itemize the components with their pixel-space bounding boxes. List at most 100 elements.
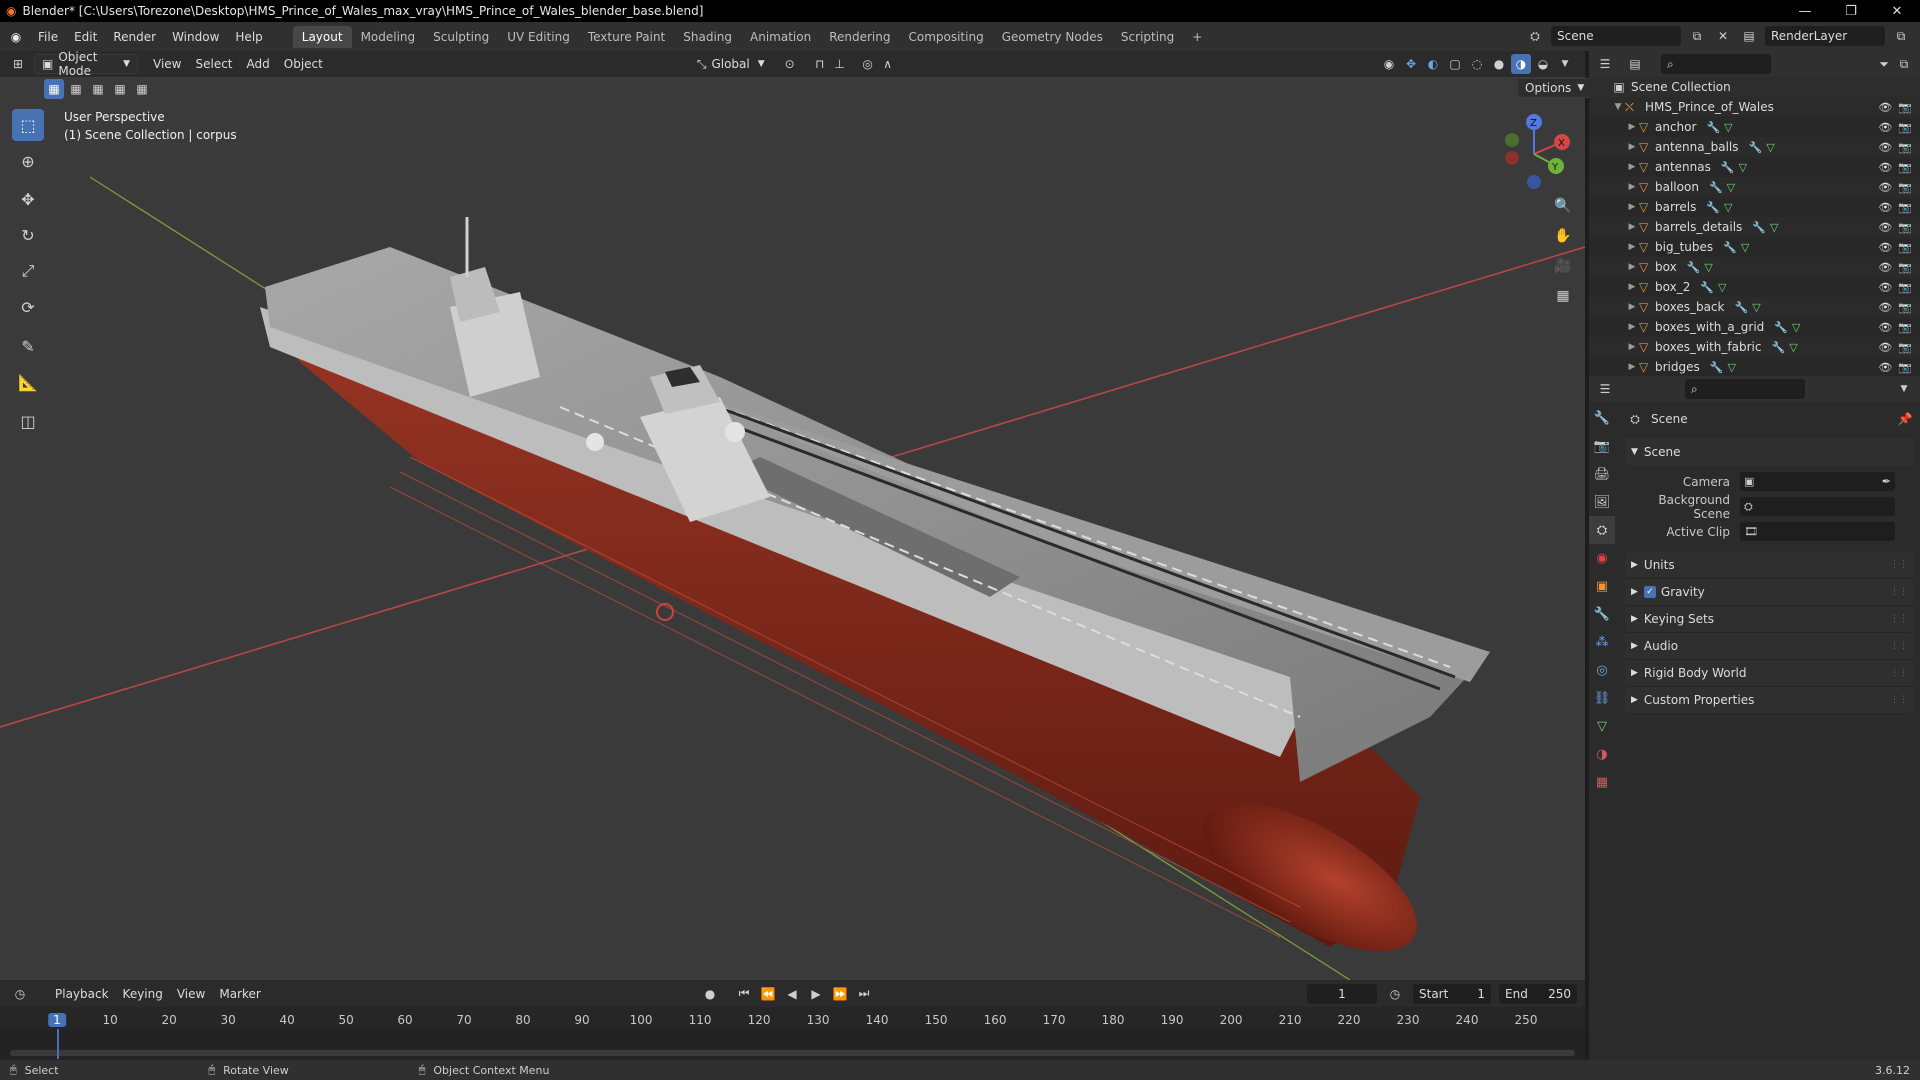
- subpanel-gravity[interactable]: ▶ ✓ Gravity ⋮⋮: [1625, 579, 1914, 606]
- collapse-arrow-icon[interactable]: ▼: [1611, 102, 1625, 112]
- camera-icon[interactable]: 📷: [1898, 101, 1912, 114]
- transform-orientation-selector[interactable]: ⤡ Global ▼: [690, 54, 772, 74]
- mesh-data-icon[interactable]: ▽: [1724, 201, 1732, 214]
- play-reverse-icon[interactable]: ◀: [782, 984, 802, 1004]
- scene-panel-header[interactable]: ▼ Scene: [1625, 438, 1914, 465]
- select-subtract-icon[interactable]: ▦: [88, 79, 108, 99]
- modifier-icon[interactable]: 🔧: [1709, 181, 1723, 194]
- object-tab-icon[interactable]: ▣: [1589, 572, 1615, 600]
- scene-icon[interactable]: ⛭: [1525, 26, 1545, 46]
- eye-icon[interactable]: 👁: [1878, 181, 1892, 194]
- xray-icon[interactable]: ▢: [1445, 54, 1465, 74]
- pan-hand-icon[interactable]: ✋: [1550, 223, 1576, 249]
- outliner-item-box[interactable]: ▶ ▽ box 🔧 ▽ 👁 📷: [1589, 257, 1920, 277]
- delete-scene-icon[interactable]: ✕: [1713, 26, 1733, 46]
- outliner-item-box-2[interactable]: ▶ ▽ box_2 🔧 ▽ 👁 📷: [1589, 277, 1920, 297]
- camera-icon[interactable]: 📷: [1898, 241, 1912, 254]
- view-layer-icon[interactable]: ▤: [1739, 26, 1759, 46]
- drag-handle-icon[interactable]: ⋮⋮: [1890, 695, 1908, 705]
- eyedropper-icon[interactable]: ✒: [1882, 475, 1891, 488]
- menu-help[interactable]: Help: [227, 22, 270, 51]
- data-tab-icon[interactable]: ▽: [1589, 712, 1615, 740]
- prop-field[interactable]: ▣ ✒: [1740, 472, 1895, 491]
- timeline-body[interactable]: 1 10 20 30 40 50 60 70 80 90 100 110 120 130 140 150 160…: [0, 1007, 1585, 1060]
- menu-select[interactable]: Select: [188, 54, 239, 74]
- modifier-icon[interactable]: 🔧: [1721, 161, 1735, 174]
- drag-handle-icon[interactable]: ⋮⋮: [1890, 560, 1908, 570]
- mesh-data-icon[interactable]: ▽: [1766, 141, 1774, 154]
- eye-icon[interactable]: 👁: [1878, 241, 1892, 254]
- mesh-data-icon[interactable]: ▽: [1727, 361, 1735, 374]
- camera-icon[interactable]: 📷: [1898, 181, 1912, 194]
- world-tab-icon[interactable]: ◉: [1589, 544, 1615, 572]
- next-keyframe-icon[interactable]: ⏩: [830, 984, 850, 1004]
- wireframe-shading-icon[interactable]: ◌: [1467, 54, 1487, 74]
- eye-icon[interactable]: 👁: [1878, 301, 1892, 314]
- prev-keyframe-icon[interactable]: ⏪: [758, 984, 778, 1004]
- gizmo-toggle-icon[interactable]: ✥: [1401, 54, 1421, 74]
- cursor-icon[interactable]: ⊕: [12, 145, 44, 177]
- eye-icon[interactable]: 👁: [1878, 141, 1892, 154]
- clock-icon[interactable]: ◷: [1385, 984, 1405, 1004]
- mesh-data-icon[interactable]: ▽: [1792, 321, 1800, 334]
- subpanel-audio[interactable]: ▶ Audio ⋮⋮: [1625, 633, 1914, 660]
- close-button[interactable]: ✕: [1874, 0, 1920, 22]
- modifier-icon[interactable]: 🔧: [1706, 121, 1720, 134]
- render-tab-icon[interactable]: 📷: [1589, 432, 1615, 460]
- tab-rendering[interactable]: Rendering: [820, 26, 899, 48]
- outliner-item-anchor[interactable]: ▶ ▽ anchor 🔧 ▽ 👁 📷: [1589, 117, 1920, 137]
- expand-arrow-icon[interactable]: ▶: [1625, 342, 1639, 352]
- menu-file[interactable]: File: [30, 22, 66, 51]
- modifier-icon[interactable]: 🔧: [1752, 221, 1766, 234]
- mesh-data-icon[interactable]: ▽: [1718, 281, 1726, 294]
- output-tab-icon[interactable]: 🖨: [1589, 460, 1615, 488]
- camera-icon[interactable]: 📷: [1898, 201, 1912, 214]
- menu-add[interactable]: Add: [240, 54, 277, 74]
- move-icon[interactable]: ✥: [12, 183, 44, 215]
- overlay-toggle-icon[interactable]: ◐: [1423, 54, 1443, 74]
- menu-timeline-view[interactable]: View: [170, 984, 212, 1004]
- eye-icon[interactable]: 👁: [1878, 261, 1892, 274]
- camera-icon[interactable]: 📷: [1898, 221, 1912, 234]
- modifier-icon[interactable]: 🔧: [1687, 261, 1701, 274]
- menu-render[interactable]: Render: [105, 22, 164, 51]
- mesh-data-icon[interactable]: ▽: [1727, 181, 1735, 194]
- playhead-line[interactable]: [57, 1029, 59, 1059]
- outliner-item-barrels[interactable]: ▶ ▽ barrels 🔧 ▽ 👁 📷: [1589, 197, 1920, 217]
- constraints-tab-icon[interactable]: ⛓: [1589, 684, 1615, 712]
- zoom-icon[interactable]: 🔍: [1550, 193, 1576, 219]
- view-layer-tab-icon[interactable]: 🖼: [1589, 488, 1615, 516]
- add-cube-icon[interactable]: ◫: [12, 405, 44, 437]
- modifier-icon[interactable]: 🔧: [1774, 321, 1788, 334]
- camera-view-icon[interactable]: 🎥: [1550, 253, 1576, 279]
- jump-end-icon[interactable]: ⏭: [854, 984, 874, 1004]
- tab-modeling[interactable]: Modeling: [352, 26, 425, 48]
- new-scene-icon[interactable]: ⧉: [1687, 26, 1707, 46]
- mesh-data-icon[interactable]: ▽: [1704, 261, 1712, 274]
- tab-shading[interactable]: Shading: [674, 26, 741, 48]
- visibility-icon[interactable]: ◉: [1379, 54, 1399, 74]
- camera-icon[interactable]: 📷: [1898, 281, 1912, 294]
- select-new-icon[interactable]: ▦: [44, 79, 64, 99]
- eye-icon[interactable]: 👁: [1878, 161, 1892, 174]
- record-icon[interactable]: ●: [700, 984, 720, 1004]
- current-frame-field[interactable]: 1: [1307, 983, 1377, 1004]
- expand-arrow-icon[interactable]: ▶: [1625, 162, 1639, 172]
- navigation-gizmo[interactable]: Z X Y: [1490, 108, 1570, 198]
- 3d-viewport[interactable]: [0, 77, 1585, 980]
- annotate-icon[interactable]: ✎: [12, 330, 44, 362]
- maximize-button[interactable]: ❐: [1828, 0, 1874, 22]
- shading-options-icon[interactable]: ▼: [1555, 54, 1575, 74]
- properties-search-input[interactable]: ⌕: [1685, 379, 1805, 399]
- prop-field[interactable]: 🎞: [1740, 522, 1895, 541]
- drag-handle-icon[interactable]: ⋮⋮: [1890, 614, 1908, 624]
- expand-arrow-icon[interactable]: ▶: [1625, 142, 1639, 152]
- camera-icon[interactable]: 📷: [1898, 321, 1912, 334]
- add-workspace-button[interactable]: +: [1183, 26, 1211, 48]
- outliner-item-antenna-balls[interactable]: ▶ ▽ antenna_balls 🔧 ▽ 👁 📷: [1589, 137, 1920, 157]
- play-icon[interactable]: ▶: [806, 984, 826, 1004]
- tab-texture-paint[interactable]: Texture Paint: [579, 26, 674, 48]
- outliner-item-boxes-back[interactable]: ▶ ▽ boxes_back 🔧 ▽ 👁 📷: [1589, 297, 1920, 317]
- menu-edit[interactable]: Edit: [66, 22, 105, 51]
- tool-tab-icon[interactable]: 🔧: [1589, 404, 1615, 432]
